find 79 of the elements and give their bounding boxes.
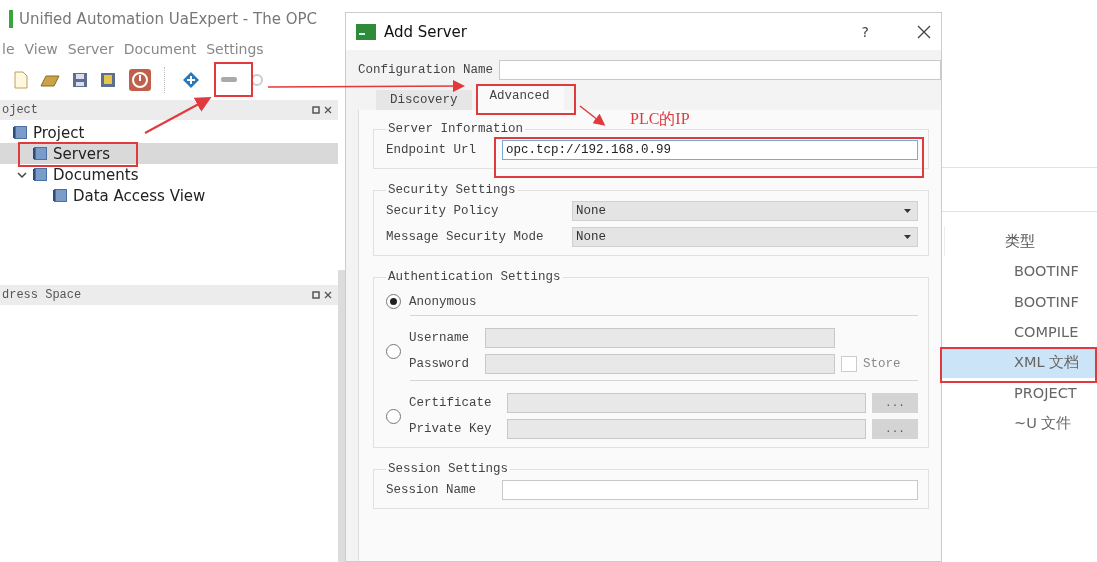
plus-icon[interactable] xyxy=(182,71,200,89)
list-row[interactable]: BOOTINF xyxy=(942,256,1097,287)
menu-item[interactable]: Settings xyxy=(206,41,264,57)
field-label: Username xyxy=(409,331,470,345)
refresh-icon[interactable] xyxy=(250,73,264,87)
input-field[interactable]: opc.tcp://192.168.0.99 xyxy=(502,140,918,160)
checkbox-label: Store xyxy=(863,357,901,371)
chevron-down-icon[interactable] xyxy=(17,170,27,179)
field-label: Message Security Mode xyxy=(386,230,545,244)
input-field[interactable] xyxy=(507,419,866,439)
tree-item[interactable]: Data Access View xyxy=(0,185,338,206)
field-label: Private Key xyxy=(409,422,493,436)
field-label: Password xyxy=(409,357,470,371)
dialog-title: Add Server xyxy=(384,22,468,41)
highlight-frame xyxy=(214,62,253,97)
group-title: Session Settings xyxy=(387,462,510,476)
radio-button[interactable] xyxy=(386,343,401,359)
notebook-icon xyxy=(52,188,68,203)
tree-item[interactable]: Documents xyxy=(0,164,338,185)
float-icon[interactable] xyxy=(312,291,320,299)
power-icon[interactable] xyxy=(128,68,152,92)
browse-button[interactable]: ... xyxy=(872,393,918,413)
dropdown[interactable]: None xyxy=(572,201,918,221)
close-icon[interactable] xyxy=(324,106,332,114)
menu-item[interactable]: le xyxy=(2,41,15,57)
window-title: Unified Automation UaExpert - The OPC xyxy=(19,10,317,28)
tab[interactable]: Discovery xyxy=(376,90,472,110)
annotation-arrow xyxy=(579,105,606,126)
radio-label: Anonymous xyxy=(409,294,477,309)
tab[interactable]: Advanced xyxy=(475,86,564,110)
radio-button[interactable] xyxy=(386,294,401,309)
field-label: Configuration Name xyxy=(358,63,494,77)
input-field[interactable] xyxy=(485,354,835,374)
caret-icon xyxy=(904,235,911,239)
tree-item[interactable]: Servers xyxy=(0,143,338,164)
radio-button[interactable] xyxy=(386,408,401,424)
browse-button[interactable]: ... xyxy=(872,419,918,439)
list-row[interactable]: ~U 文件 xyxy=(942,408,1097,439)
input-field[interactable] xyxy=(507,393,866,413)
annotation-arrow xyxy=(144,97,212,134)
app-icon xyxy=(356,23,376,40)
group-title: Security Settings xyxy=(387,183,517,197)
panel-title: oject xyxy=(2,103,38,117)
float-icon[interactable] xyxy=(312,106,320,114)
tree-item[interactable]: Project xyxy=(0,122,338,143)
input-field[interactable] xyxy=(502,480,918,500)
list-row[interactable]: XML 文档 xyxy=(942,347,1097,378)
list-row[interactable]: COMPILE xyxy=(942,317,1097,348)
list-row[interactable]: PROJECT xyxy=(942,378,1097,409)
input-field[interactable] xyxy=(499,60,941,80)
floppy-edit-icon[interactable] xyxy=(100,72,116,88)
menu-item[interactable]: View xyxy=(24,41,58,57)
menu-item[interactable]: Document xyxy=(123,41,197,57)
annotation-note: PLC的IP xyxy=(630,109,690,129)
caret-icon xyxy=(904,209,911,213)
floppy-icon[interactable] xyxy=(72,72,88,88)
close-icon[interactable] xyxy=(324,291,332,299)
minus-icon[interactable] xyxy=(220,76,238,84)
field-label: Certificate xyxy=(409,396,493,410)
close-icon[interactable] xyxy=(917,24,931,39)
notebook-icon xyxy=(12,125,28,140)
field-label: Endpoint Url xyxy=(386,143,477,157)
panel-title: dress Space xyxy=(2,288,82,302)
folder-icon[interactable] xyxy=(40,72,60,88)
dropdown[interactable]: None xyxy=(572,227,918,247)
notebook-icon xyxy=(32,146,48,161)
list-row[interactable]: BOOTINF xyxy=(942,286,1097,317)
checkbox[interactable] xyxy=(841,356,857,372)
column-header[interactable]: 类型 xyxy=(1005,231,1035,251)
field-label: Security Policy xyxy=(386,204,500,218)
menu-item[interactable]: Server xyxy=(67,41,114,57)
help-button[interactable]: ? xyxy=(861,23,869,40)
app-icon xyxy=(9,10,13,28)
document-icon[interactable] xyxy=(14,71,28,89)
notebook-icon xyxy=(32,167,48,182)
group-title: Server Information xyxy=(387,122,525,136)
input-field[interactable] xyxy=(485,328,835,348)
group-title: Authentication Settings xyxy=(387,270,562,284)
field-label: Session Name xyxy=(386,483,477,497)
